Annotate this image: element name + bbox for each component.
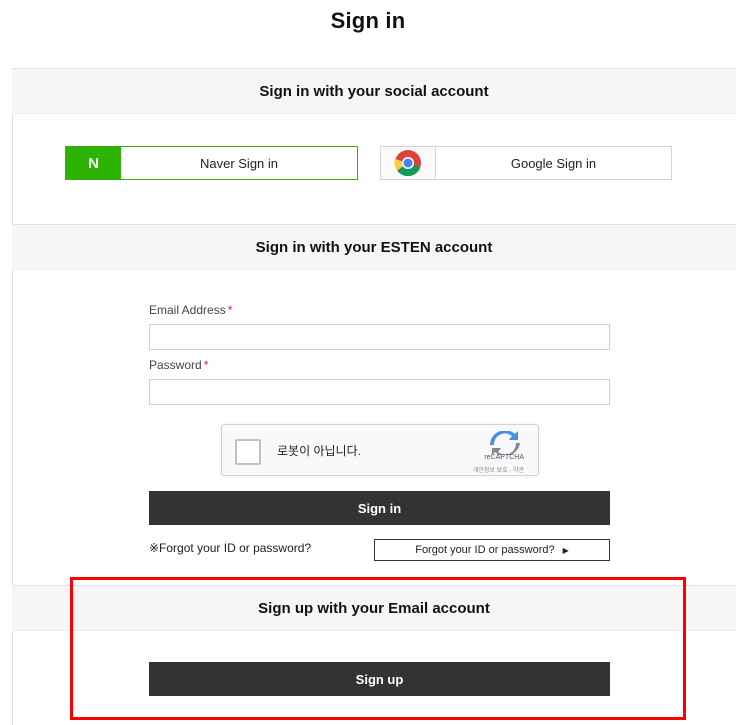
password-field[interactable] xyxy=(149,379,610,405)
naver-icon: N xyxy=(66,147,121,179)
recaptcha-text: 로봇이 아닙니다. xyxy=(277,444,361,458)
signup-button[interactable]: Sign up xyxy=(149,662,610,696)
social-section-heading: Sign in with your social account xyxy=(12,68,736,114)
google-signin-label: Google Sign in xyxy=(510,155,597,171)
password-label: Password * xyxy=(149,358,209,372)
naver-signin-button[interactable]: N Naver Sign in xyxy=(65,146,358,180)
google-signin-button[interactable]: Google Sign in xyxy=(380,146,672,180)
forgot-password-label: Forgot your ID or password? xyxy=(415,544,555,556)
recaptcha-widget: 로봇이 아닙니다. reCAPTCHA 개인정보 보호 - 약관 xyxy=(221,424,539,476)
chrome-google-icon xyxy=(381,147,436,179)
forgot-note: ※Forgot your ID or password? xyxy=(149,541,312,555)
required-mark: * xyxy=(203,358,209,372)
signup-section-heading: Sign up with your Email account xyxy=(12,585,736,631)
forgot-password-button[interactable]: Forgot your ID or password? ▶ xyxy=(374,539,610,561)
signin-button[interactable]: Sign in xyxy=(149,491,610,525)
naver-signin-label: Naver Sign in xyxy=(199,155,279,171)
recaptcha-checkbox[interactable] xyxy=(235,439,261,465)
email-field[interactable] xyxy=(149,324,610,350)
email-label: Email Address * xyxy=(149,303,233,317)
recaptcha-links[interactable]: 개인정보 보호 - 약관 xyxy=(473,465,524,474)
page-title: Sign in xyxy=(330,8,406,33)
account-section-heading: Sign in with your ESTEN account xyxy=(12,224,736,270)
required-mark: * xyxy=(227,303,233,317)
recaptcha-brand: reCAPTCHA xyxy=(484,454,524,461)
arrow-right-icon: ▶ xyxy=(562,545,569,555)
